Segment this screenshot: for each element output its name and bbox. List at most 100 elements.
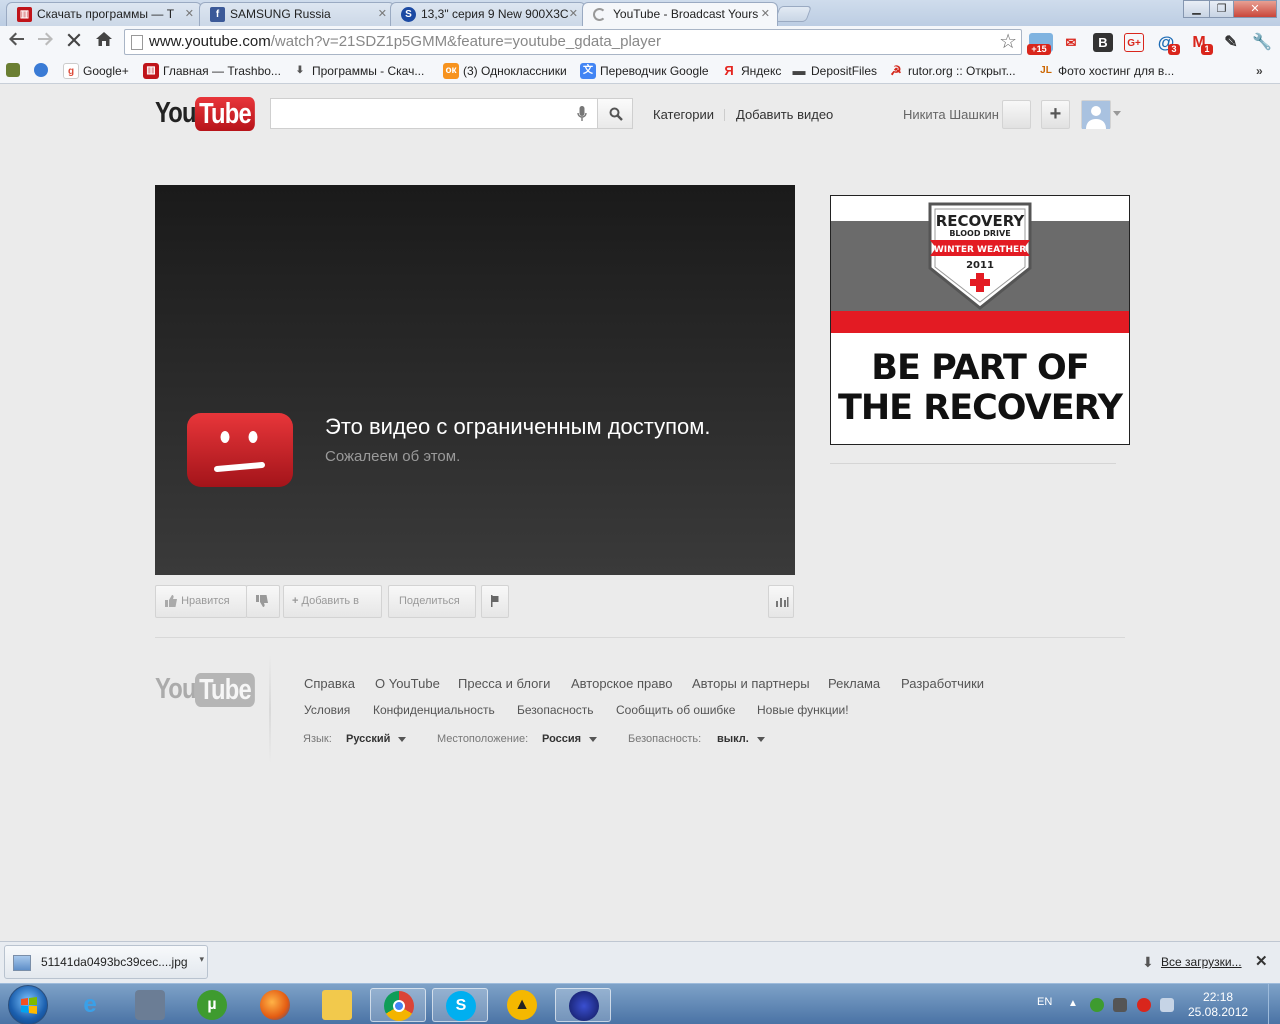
download-item[interactable]: 51141da0493bc39cec....jpg ▾ — [4, 945, 208, 979]
tray-utorrent-icon[interactable] — [1090, 998, 1104, 1012]
footer-link-help[interactable]: Справка — [304, 676, 355, 691]
apps-bookmark[interactable] — [6, 62, 22, 80]
footer-link-safety[interactable]: Безопасность — [517, 703, 594, 717]
bookmark-depositfiles[interactable]: ▬ DepositFiles — [791, 62, 878, 80]
add-plus-button[interactable]: + — [1041, 100, 1070, 129]
bookmarks-overflow-chevron-icon[interactable]: » — [1256, 62, 1263, 80]
flag-button[interactable] — [481, 585, 509, 618]
wrench-menu-icon[interactable]: 🔧 — [1252, 33, 1272, 52]
taskbar-explorer[interactable] — [309, 988, 365, 1022]
dislike-button[interactable] — [246, 585, 280, 618]
like-button[interactable]: Нравится — [155, 585, 247, 618]
photo-hosting-icon: JL — [1040, 65, 1052, 76]
share-button[interactable]: Поделиться — [388, 585, 476, 618]
globe-bookmark[interactable] — [34, 62, 50, 80]
search-input[interactable] — [271, 99, 561, 128]
notifications-button[interactable] — [1002, 100, 1031, 129]
footer-link-creators[interactable]: Авторы и партнеры — [692, 676, 810, 691]
keyboard-language[interactable]: EN — [1037, 996, 1052, 1008]
browser-tab-3[interactable]: S 13,3" серия 9 New 900X3C ✕ — [390, 2, 586, 26]
taskbar-firefox[interactable] — [247, 988, 303, 1022]
close-icon[interactable]: ✕ — [569, 3, 578, 25]
new-tab-button[interactable] — [774, 6, 812, 22]
close-icon[interactable]: ✕ — [761, 3, 770, 25]
address-bar[interactable]: www.youtube.com/watch?v=21SDZ1p5GMM&feat… — [124, 29, 1022, 55]
forward-arrow-icon[interactable] — [33, 30, 57, 54]
aimp-icon: ▲ — [507, 990, 537, 1020]
ad-banner[interactable]: RECOVERY BLOOD DRIVE WINTER WEATHER 2011… — [830, 195, 1130, 445]
taskbar-app-robot[interactable] — [122, 988, 178, 1022]
location-selector[interactable]: Россия — [542, 733, 598, 745]
browser-tab-1[interactable]: ▥ Скачать программы — Т ✕ — [6, 2, 202, 26]
tray-expand-icon[interactable]: ▲ — [1068, 998, 1078, 1009]
youtube-logo[interactable]: You Tube — [155, 97, 255, 133]
robot-app-icon — [135, 990, 165, 1020]
safety-selector[interactable]: выкл. — [717, 733, 765, 745]
taskbar-aimp[interactable]: ▲ — [494, 988, 550, 1022]
close-window-button[interactable]: ✕ — [1233, 0, 1277, 18]
taskbar-hazeron[interactable] — [555, 988, 611, 1022]
search-button[interactable] — [597, 98, 633, 129]
all-downloads-link[interactable]: Все загрузки... — [1161, 955, 1242, 969]
browser-tab-strip: ▥ Скачать программы — Т ✕ f SAMSUNG Russ… — [0, 0, 1280, 26]
microphone-icon[interactable] — [577, 106, 587, 122]
footer-youtube-logo[interactable]: You Tube — [155, 673, 255, 709]
video-player[interactable]: Это видео с ограниченным доступом. Сожал… — [155, 185, 795, 575]
flag-icon — [491, 595, 499, 608]
footer-link-privacy[interactable]: Конфиденциальность — [373, 703, 495, 717]
bookmark-programs[interactable]: ⬇ Программы - Скач... — [292, 62, 425, 80]
rutor-icon: ☭ — [890, 63, 902, 78]
show-desktop-button[interactable] — [1268, 984, 1280, 1024]
footer-link-new-features[interactable]: Новые функции! — [757, 703, 849, 717]
avatar[interactable] — [1081, 100, 1111, 129]
tray-app-icon[interactable] — [1113, 998, 1127, 1012]
footer-link-developers[interactable]: Разработчики — [901, 676, 984, 691]
footer-link-terms[interactable]: Условия — [304, 703, 350, 717]
vkontakte-icon[interactable]: B — [1093, 33, 1113, 52]
back-arrow-icon[interactable] — [5, 30, 29, 54]
bookmark-google-plus[interactable]: g Google+ — [63, 62, 129, 80]
bookmark-label: Фото хостинг для в... — [1058, 64, 1175, 78]
account-menu-caret-icon[interactable] — [1113, 111, 1121, 116]
volume-icon[interactable] — [1160, 998, 1174, 1012]
chevron-down-icon[interactable]: ▾ — [199, 954, 204, 965]
stop-loading-icon[interactable] — [62, 30, 86, 54]
browser-tab-4-active[interactable]: YouTube - Broadcast Yours ✕ — [582, 2, 778, 26]
close-icon[interactable]: ✕ — [1255, 952, 1268, 970]
categories-link[interactable]: Категории — [653, 107, 714, 122]
pen-icon[interactable]: ✎ — [1221, 33, 1241, 52]
stats-button[interactable] — [768, 585, 794, 618]
system-clock[interactable]: 22:18 25.08.2012 — [1188, 990, 1248, 1020]
taskbar-utorrent[interactable]: µ — [184, 988, 240, 1022]
yandex-mail-icon[interactable]: ✉ — [1061, 33, 1081, 52]
bookmark-yandex[interactable]: Я Яндекс — [721, 62, 781, 80]
close-icon[interactable]: ✕ — [378, 3, 387, 25]
bookmark-rutor[interactable]: ☭ rutor.org :: Открыт... — [888, 62, 1015, 80]
home-icon[interactable] — [92, 30, 116, 54]
close-icon[interactable]: ✕ — [185, 3, 194, 25]
start-button[interactable] — [8, 985, 48, 1024]
footer-link-about[interactable]: О YouTube — [375, 676, 440, 691]
footer-link-advertising[interactable]: Реклама — [828, 676, 880, 691]
minimize-button[interactable]: ▁ — [1183, 0, 1210, 18]
bookmark-trashbox[interactable]: ▥ Главная — Trashbo... — [143, 62, 281, 80]
google-plus-extension-icon[interactable]: G+ — [1124, 33, 1144, 52]
footer-link-copyright[interactable]: Авторское право — [571, 676, 672, 691]
language-selector[interactable]: Русский — [346, 733, 407, 745]
footer-link-report-bug[interactable]: Сообщить об ошибке — [616, 703, 735, 717]
bookmark-photo-hosting[interactable]: JL Фото хостинг для в... — [1038, 62, 1174, 80]
location-label: Местоположение: — [437, 733, 529, 745]
taskbar-chrome[interactable] — [370, 988, 426, 1022]
add-to-button[interactable]: + Добавить в — [283, 585, 382, 618]
user-name[interactable]: Никита Шашкин — [903, 107, 999, 122]
upload-video-link[interactable]: Добавить видео — [736, 107, 833, 122]
bookmark-odnoklassniki[interactable]: ок (3) Одноклассники — [443, 62, 567, 80]
tray-skype-icon[interactable] — [1137, 998, 1151, 1012]
taskbar-skype[interactable]: S — [432, 988, 488, 1022]
footer-link-press[interactable]: Пресса и блоги — [458, 676, 550, 691]
bookmark-star-icon[interactable]: ☆ — [999, 30, 1017, 54]
browser-tab-2[interactable]: f SAMSUNG Russia ✕ — [199, 2, 395, 26]
bookmark-google-translate[interactable]: 文 Переводчик Google — [580, 62, 709, 80]
taskbar-internet-explorer[interactable]: e — [62, 988, 118, 1022]
maximize-button[interactable]: ❐ — [1209, 0, 1234, 18]
